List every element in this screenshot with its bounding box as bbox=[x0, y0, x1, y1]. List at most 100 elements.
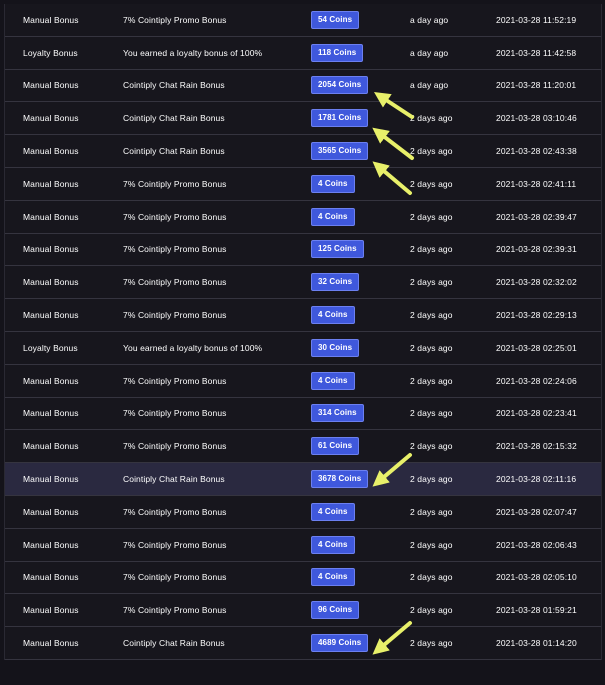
coins-badge: 125 Coins bbox=[311, 240, 364, 259]
bonus-type: Manual Bonus bbox=[23, 14, 79, 25]
bonus-type: Manual Bonus bbox=[23, 211, 79, 222]
relative-time: 2 days ago bbox=[410, 375, 453, 386]
bonus-type: Manual Bonus bbox=[23, 113, 79, 124]
bonus-description: Cointiply Chat Rain Bonus bbox=[123, 474, 225, 485]
timestamp: 2021-03-28 11:52:19 bbox=[496, 14, 577, 25]
coins-badge: 32 Coins bbox=[311, 273, 360, 292]
timestamp: 2021-03-28 02:05:10 bbox=[496, 572, 577, 583]
coins-badge: 54 Coins bbox=[311, 10, 360, 29]
table-row: Manual Bonus Cointiply Chat Rain Bonus 3… bbox=[5, 135, 601, 168]
table-row: Manual Bonus 7% Cointiply Promo Bonus 96… bbox=[5, 594, 601, 628]
coins-badge: 4 Coins bbox=[311, 502, 355, 521]
timestamp: 2021-03-28 02:24:06 bbox=[496, 375, 577, 386]
timestamp: 2021-03-28 02:39:31 bbox=[496, 244, 577, 255]
relative-time: 2 days ago bbox=[410, 244, 453, 255]
bonus-description: 7% Cointiply Promo Bonus bbox=[123, 310, 227, 321]
bonus-description: 7% Cointiply Promo Bonus bbox=[123, 441, 227, 452]
timestamp: 2021-03-28 03:10:46 bbox=[496, 113, 577, 124]
timestamp: 2021-03-28 02:23:41 bbox=[496, 408, 577, 419]
bonus-type: Manual Bonus bbox=[23, 178, 79, 189]
coins-badge: 4 Coins bbox=[311, 306, 355, 325]
bonus-type: Manual Bonus bbox=[23, 310, 79, 321]
table-row: Manual Bonus Cointiply Chat Rain Bonus 4… bbox=[5, 627, 601, 660]
timestamp: 2021-03-28 01:59:21 bbox=[496, 605, 577, 616]
timestamp: 2021-03-28 02:39:47 bbox=[496, 211, 577, 222]
bonus-type: Loyalty Bonus bbox=[23, 47, 78, 58]
bonus-type: Manual Bonus bbox=[23, 244, 79, 255]
timestamp: 2021-03-28 02:15:32 bbox=[496, 441, 577, 452]
coins-badge: 61 Coins bbox=[311, 437, 360, 456]
table-row: Manual Bonus 7% Cointiply Promo Bonus 4 … bbox=[5, 167, 601, 201]
bonus-description: 7% Cointiply Promo Bonus bbox=[123, 605, 227, 616]
relative-time: 2 days ago bbox=[410, 342, 453, 353]
relative-time: a day ago bbox=[410, 14, 449, 25]
bonus-type: Manual Bonus bbox=[23, 375, 79, 386]
timestamp: 2021-03-28 02:32:02 bbox=[496, 277, 577, 288]
bonus-description: 7% Cointiply Promo Bonus bbox=[123, 211, 227, 222]
timestamp: 2021-03-28 02:25:01 bbox=[496, 342, 577, 353]
bonus-type: Manual Bonus bbox=[23, 277, 79, 288]
coins-badge: 96 Coins bbox=[311, 601, 360, 620]
table-row: Loyalty Bonus You earned a loyalty bonus… bbox=[5, 331, 601, 365]
table-row: Manual Bonus Cointiply Chat Rain Bonus 2… bbox=[5, 69, 601, 103]
relative-time: 2 days ago bbox=[410, 113, 453, 124]
coins-badge: 4 Coins bbox=[311, 568, 355, 587]
timestamp: 2021-03-28 02:06:43 bbox=[496, 539, 577, 550]
coins-badge: 4 Coins bbox=[311, 174, 355, 193]
relative-time: 2 days ago bbox=[410, 506, 453, 517]
coins-badge: 1781 Coins bbox=[311, 109, 369, 128]
bonus-description: 7% Cointiply Promo Bonus bbox=[123, 572, 227, 583]
timestamp: 2021-03-28 02:29:13 bbox=[496, 310, 577, 321]
bonus-description: You earned a loyalty bonus of 100% bbox=[123, 342, 263, 353]
table-row: Manual Bonus 7% Cointiply Promo Bonus 4 … bbox=[5, 561, 601, 595]
coins-badge: 4 Coins bbox=[311, 207, 355, 226]
coins-badge: 4 Coins bbox=[311, 371, 355, 390]
bonus-type: Manual Bonus bbox=[23, 441, 79, 452]
bonus-description: 7% Cointiply Promo Bonus bbox=[123, 277, 227, 288]
bonus-type: Manual Bonus bbox=[23, 605, 79, 616]
table-row: Manual Bonus 7% Cointiply Promo Bonus 4 … bbox=[5, 364, 601, 398]
relative-time: 2 days ago bbox=[410, 211, 453, 222]
table-row: Manual Bonus 7% Cointiply Promo Bonus 4 … bbox=[5, 299, 601, 332]
coins-badge: 3565 Coins bbox=[311, 142, 369, 161]
relative-time: 2 days ago bbox=[410, 605, 453, 616]
table-row: Manual Bonus 7% Cointiply Promo Bonus 61… bbox=[5, 430, 601, 464]
table-row: Loyalty Bonus You earned a loyalty bonus… bbox=[5, 36, 601, 70]
bonus-description: 7% Cointiply Promo Bonus bbox=[123, 408, 227, 419]
relative-time: 2 days ago bbox=[410, 572, 453, 583]
table-row: Manual Bonus 7% Cointiply Promo Bonus 32… bbox=[5, 266, 601, 300]
relative-time: 2 days ago bbox=[410, 277, 453, 288]
table-row: Manual Bonus 7% Cointiply Promo Bonus 4 … bbox=[5, 200, 601, 234]
coins-badge: 3678 Coins bbox=[311, 470, 369, 489]
timestamp: 2021-03-28 01:14:20 bbox=[496, 638, 577, 649]
bonus-type: Manual Bonus bbox=[23, 80, 79, 91]
bonus-type: Manual Bonus bbox=[23, 146, 79, 157]
table-row: Manual Bonus 7% Cointiply Promo Bonus 4 … bbox=[5, 528, 601, 562]
bonus-type: Manual Bonus bbox=[23, 638, 79, 649]
relative-time: a day ago bbox=[410, 80, 449, 91]
bonus-description: 7% Cointiply Promo Bonus bbox=[123, 178, 227, 189]
table-row: Manual Bonus 7% Cointiply Promo Bonus 54… bbox=[5, 4, 601, 37]
relative-time: 2 days ago bbox=[410, 441, 453, 452]
relative-time: 2 days ago bbox=[410, 638, 453, 649]
table-row: Manual Bonus 7% Cointiply Promo Bonus 4 … bbox=[5, 495, 601, 529]
bonus-description: Cointiply Chat Rain Bonus bbox=[123, 80, 225, 91]
table-row: Manual Bonus 7% Cointiply Promo Bonus 12… bbox=[5, 233, 601, 267]
coins-badge: 118 Coins bbox=[311, 43, 364, 62]
bonus-type: Loyalty Bonus bbox=[23, 342, 78, 353]
bonus-description: Cointiply Chat Rain Bonus bbox=[123, 146, 225, 157]
bonus-type: Manual Bonus bbox=[23, 572, 79, 583]
relative-time: 2 days ago bbox=[410, 539, 453, 550]
bonus-history-table: Manual Bonus 7% Cointiply Promo Bonus 54… bbox=[4, 4, 602, 660]
bonus-description: 7% Cointiply Promo Bonus bbox=[123, 506, 227, 517]
relative-time: 2 days ago bbox=[410, 474, 453, 485]
timestamp: 2021-03-28 02:07:47 bbox=[496, 506, 577, 517]
coins-badge: 4689 Coins bbox=[311, 634, 369, 653]
timestamp: 2021-03-28 02:11:16 bbox=[496, 474, 577, 485]
relative-time: 2 days ago bbox=[410, 146, 453, 157]
relative-time: 2 days ago bbox=[410, 310, 453, 321]
coins-badge: 2054 Coins bbox=[311, 76, 369, 95]
table-row: Manual Bonus 7% Cointiply Promo Bonus 31… bbox=[5, 397, 601, 431]
bonus-description: 7% Cointiply Promo Bonus bbox=[123, 244, 227, 255]
bonus-description: 7% Cointiply Promo Bonus bbox=[123, 14, 227, 25]
